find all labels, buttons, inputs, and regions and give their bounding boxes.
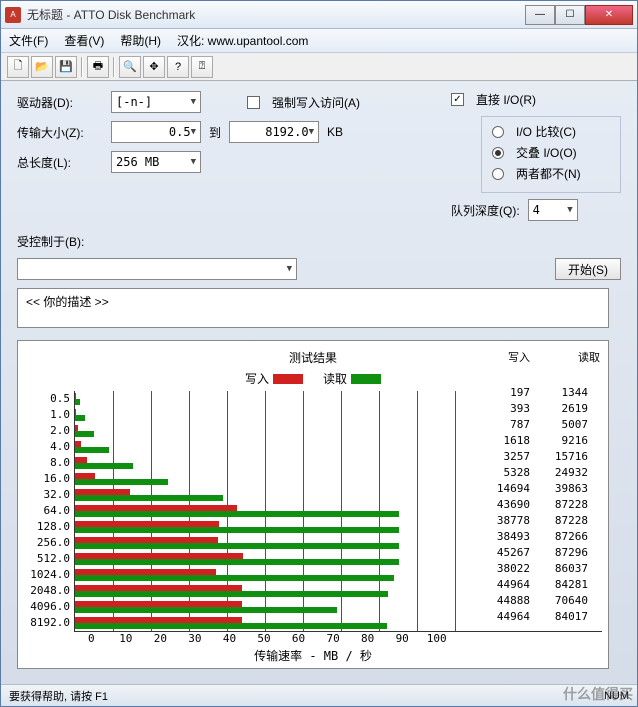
total-len-select[interactable]: 256 MB▼ — [111, 151, 201, 173]
minimize-button[interactable]: — — [525, 5, 555, 25]
io-compare-label: I/O 比较(C) — [516, 123, 576, 140]
chart-x-axis: 0102030405060708090100 — [74, 632, 454, 645]
force-write-label: 强制写入访问(A) — [272, 94, 360, 111]
app-icon: A — [5, 7, 21, 23]
queue-label: 队列深度(Q): — [451, 202, 520, 219]
transfer-to-select[interactable]: 8192.0▼ — [229, 121, 319, 143]
print-icon[interactable]: 🖶 — [87, 56, 109, 78]
neither-radio[interactable] — [492, 168, 504, 180]
move-icon[interactable]: ✥ — [143, 56, 165, 78]
window-title: 无标题 - ATTO Disk Benchmark — [27, 6, 525, 23]
legend-write-label: 写入 — [245, 370, 269, 387]
direct-io-checkbox[interactable]: ✓ — [451, 93, 464, 106]
status-help: 要获得帮助, 请按 F1 — [9, 688, 108, 704]
kb-label: KB — [327, 125, 343, 139]
overlapped-label: 交叠 I/O(O) — [516, 144, 577, 161]
start-button[interactable]: 开始(S) — [555, 258, 621, 280]
maximize-button[interactable]: ☐ — [555, 5, 585, 25]
controlled-select[interactable]: ▼ — [17, 258, 297, 280]
close-button[interactable]: ✕ — [585, 5, 633, 25]
total-len-label: 总长度(L): — [17, 154, 103, 171]
menu-help[interactable]: 帮助(H) — [120, 32, 161, 49]
chart-values-table: 写入读取 19713443932619787500716189216325715… — [480, 349, 600, 625]
status-num: NUM — [604, 690, 629, 702]
help-icon[interactable]: ? — [167, 56, 189, 78]
menu-file[interactable]: 文件(F) — [9, 32, 48, 49]
menu-view[interactable]: 查看(V) — [64, 32, 104, 49]
menu-sinicize: 汉化: www.upantool.com — [177, 32, 308, 49]
preview-icon[interactable]: 🔍 — [119, 56, 141, 78]
new-icon[interactable]: 🗋 — [7, 56, 29, 78]
drive-label: 驱动器(D): — [17, 94, 103, 111]
controlled-label: 受控制于(B): — [17, 233, 103, 250]
open-icon[interactable]: 📂 — [31, 56, 53, 78]
chart-y-labels: 0.51.02.04.08.016.032.064.0128.0256.0512… — [24, 391, 74, 632]
io-compare-radio[interactable] — [492, 126, 504, 138]
queue-select[interactable]: 4▼ — [528, 199, 578, 221]
direct-io-label: 直接 I/O(R) — [476, 91, 536, 108]
to-label: 到 — [209, 124, 221, 141]
transfer-label: 传输大小(Z): — [17, 124, 103, 141]
save-icon[interactable]: 💾 — [55, 56, 77, 78]
legend-read-swatch — [351, 374, 381, 384]
legend-read-label: 读取 — [323, 370, 347, 387]
drive-select[interactable]: [-n-]▼ — [111, 91, 201, 113]
force-write-checkbox[interactable] — [247, 96, 260, 109]
chart-x-label: 传输速率 - MB / 秒 — [24, 647, 602, 664]
description-input[interactable]: << 你的描述 >> — [17, 288, 609, 328]
overlapped-radio[interactable] — [492, 147, 504, 159]
neither-label: 两者都不(N) — [516, 165, 581, 182]
transfer-from-select[interactable]: 0.5▼ — [111, 121, 201, 143]
legend-write-swatch — [273, 374, 303, 384]
context-help-icon[interactable]: ⍰ — [191, 56, 213, 78]
